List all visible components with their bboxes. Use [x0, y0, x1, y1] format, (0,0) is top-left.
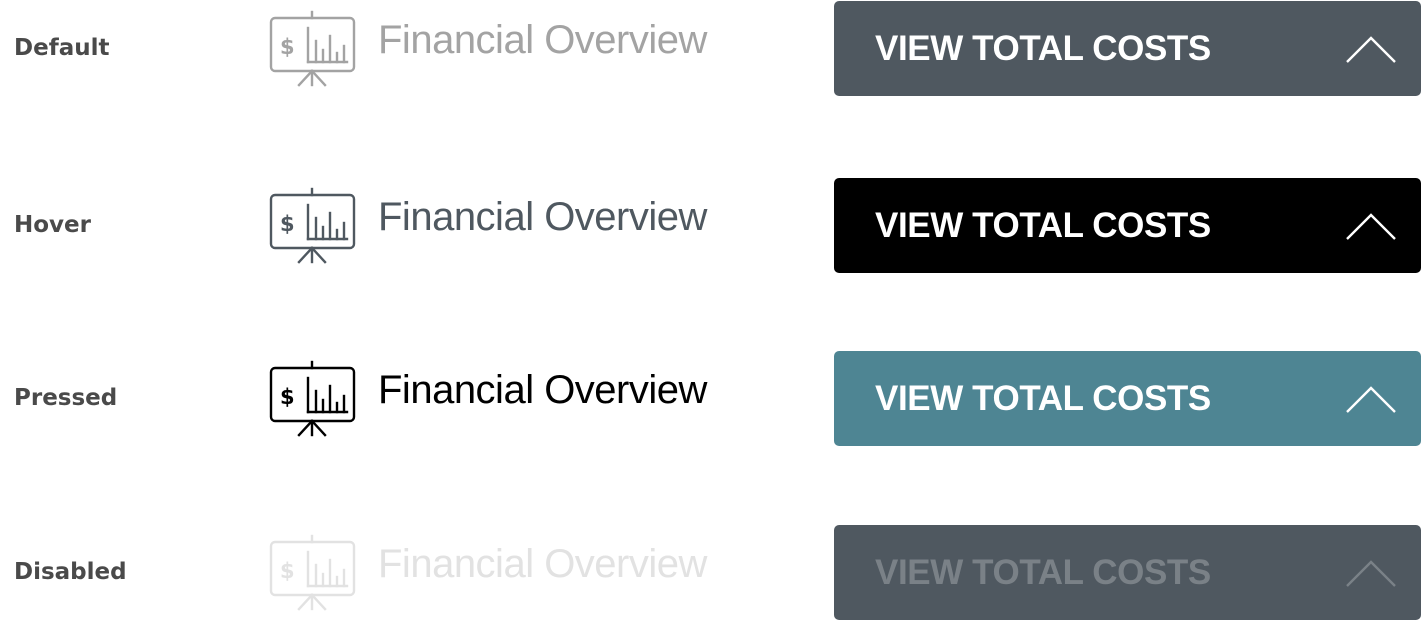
financial-presentation-icon: $ [268, 6, 358, 90]
svg-text:$: $ [280, 559, 295, 583]
svg-text:$: $ [280, 35, 295, 59]
financial-overview-link: $ Financial Overview [268, 530, 707, 614]
view-total-costs-button[interactable]: VIEW TOTAL COSTS [834, 351, 1421, 446]
button-label: VIEW TOTAL COSTS [875, 379, 1211, 418]
state-row-default: Default $ Financial Overview VIEW TOTAL … [0, 0, 1427, 96]
chevron-up-icon [1345, 28, 1397, 68]
financial-presentation-icon: $ [268, 530, 358, 614]
state-row-pressed: Pressed $ Financial Overview VIEW TOTAL … [0, 350, 1427, 446]
financial-presentation-icon: $ [268, 356, 358, 440]
link-label: Financial Overview [378, 367, 707, 412]
view-total-costs-button[interactable]: VIEW TOTAL COSTS [834, 1, 1421, 96]
state-row-hover: Hover $ Financial Overview VIEW TOTAL CO… [0, 177, 1427, 273]
button-label: VIEW TOTAL COSTS [875, 29, 1211, 68]
chevron-up-icon [1345, 205, 1397, 245]
link-label: Financial Overview [378, 194, 707, 239]
view-total-costs-button[interactable]: VIEW TOTAL COSTS [834, 178, 1421, 273]
svg-text:$: $ [280, 385, 295, 409]
state-label: Disabled [14, 559, 127, 585]
financial-presentation-icon: $ [268, 183, 358, 267]
chevron-up-icon [1345, 552, 1397, 592]
state-label: Default [14, 35, 110, 61]
link-label: Financial Overview [378, 541, 707, 586]
button-label: VIEW TOTAL COSTS [875, 206, 1211, 245]
financial-overview-link[interactable]: $ Financial Overview [268, 183, 707, 267]
state-row-disabled: Disabled $ Financial Overview VIEW TOTAL… [0, 524, 1427, 620]
view-total-costs-button: VIEW TOTAL COSTS [834, 525, 1421, 620]
chevron-up-icon [1345, 378, 1397, 418]
state-label: Hover [14, 212, 91, 238]
svg-text:$: $ [280, 212, 295, 236]
button-label: VIEW TOTAL COSTS [875, 553, 1211, 592]
link-label: Financial Overview [378, 17, 707, 62]
financial-overview-link[interactable]: $ Financial Overview [268, 356, 707, 440]
state-label: Pressed [14, 385, 118, 411]
financial-overview-link[interactable]: $ Financial Overview [268, 6, 707, 90]
